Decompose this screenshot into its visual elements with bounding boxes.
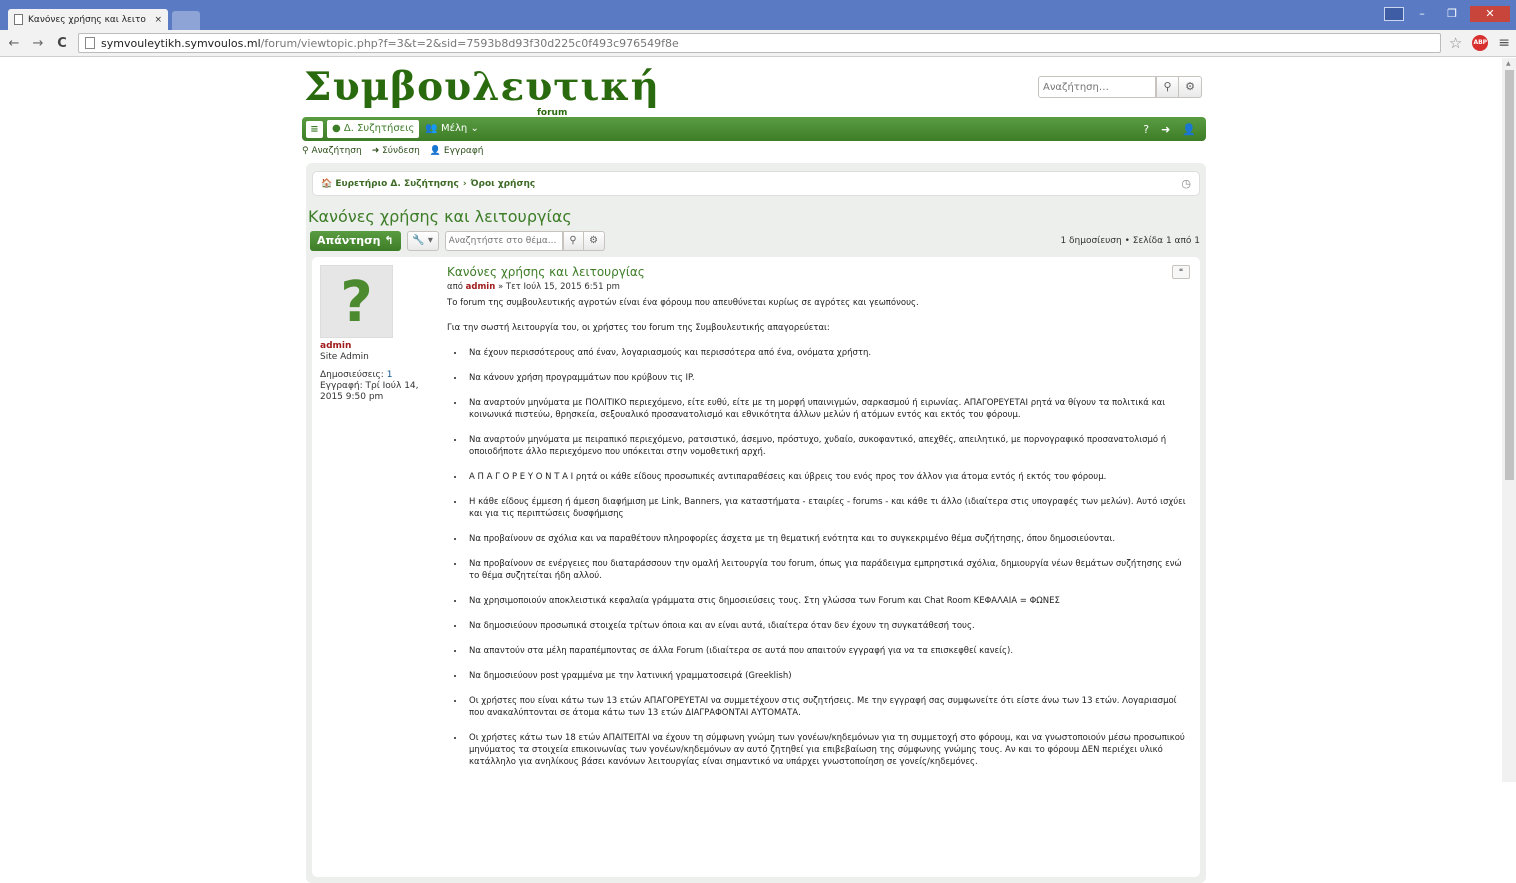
- url-path: /forum/viewtopic.php?f=3&t=2&sid=7593b8d…: [260, 36, 679, 50]
- breadcrumb-separator: ›: [462, 178, 467, 189]
- scroll-thumb[interactable]: [1505, 70, 1514, 480]
- back-button[interactable]: ←: [6, 36, 22, 51]
- tab-title: Κανόνες χρήσης και λειτο: [28, 14, 146, 25]
- list-item: Να κάνουν χρήση προγραμμάτων που κρύβουν…: [465, 372, 1192, 384]
- post-intro-2: Για την σωστή λειτουργία του, οι χρήστες…: [447, 323, 830, 333]
- list-item: Να προβαίνουν σε σχόλια και να παραθέτου…: [465, 533, 1192, 545]
- browser-menu-icon[interactable]: ≡: [1498, 35, 1510, 51]
- forward-button[interactable]: →: [30, 36, 46, 51]
- gear-icon[interactable]: ⚙: [1179, 76, 1202, 98]
- quick-links: ⚲ Αναζήτηση ➜ Σύνδεση 👤 Εγγραφή: [302, 146, 484, 156]
- post-content: Το forum της συμβουλευτικής αγροτών είνα…: [447, 297, 1192, 768]
- list-item: Η κάθε είδους έμμεση ή άμεση διαφήμιση μ…: [465, 496, 1192, 520]
- site-search-input[interactable]: [1038, 76, 1156, 98]
- list-item: Να δημοσιεύουν προσωπικά στοιχεία τρίτων…: [465, 620, 1192, 632]
- login-link[interactable]: ➜ Σύνδεση: [372, 146, 420, 156]
- post-intro: Το forum της συμβουλευτικής αγροτών είνα…: [447, 298, 919, 308]
- breadcrumb: 🏠 Ευρετήριο Δ. Συζήτησης › Όροι χρήσης ◷: [312, 171, 1200, 196]
- new-tab-button[interactable]: [172, 11, 200, 30]
- forum-navbar: ≡ ● Δ. Συζητήσεις 👥 Μέλη ⌄ ? ➜ 👤: [302, 117, 1206, 141]
- hamburger-menu-icon[interactable]: ≡: [306, 120, 323, 138]
- login-icon[interactable]: ➜: [1161, 123, 1170, 136]
- minimize-button[interactable]: –: [1410, 6, 1434, 22]
- search-link[interactable]: ⚲ Αναζήτηση: [302, 146, 362, 156]
- post-meta-date: » Τετ Ιούλ 15, 2015 6:51 pm: [497, 282, 620, 292]
- browser-tab[interactable]: Κανόνες χρήσης και λειτο ×: [8, 9, 168, 30]
- clock-icon: ◷: [1181, 177, 1191, 190]
- list-item: Οι χρήστες που είναι κάτω των 13 ετών ΑΠ…: [465, 695, 1192, 719]
- page-icon: [14, 14, 23, 25]
- topic-search: ⚲ ⚙: [444, 231, 605, 251]
- maximize-button[interactable]: ❐: [1440, 6, 1464, 22]
- nav-forum-link[interactable]: ● Δ. Συζητήσεις: [327, 120, 420, 138]
- post-meta: από admin » Τετ Ιούλ 15, 2015 6:51 pm: [447, 282, 1192, 292]
- list-item: Να έχουν περισσότερους από έναν, λογαρια…: [465, 347, 1192, 359]
- author-joined: Εγγραφή: Τρί Ιούλ 14, 2015 9:50 pm: [320, 381, 419, 402]
- close-window-button[interactable]: ✕: [1470, 6, 1510, 22]
- list-item: Να χρησιμοποιούν αποκλειστικά κεφαλαία γ…: [465, 595, 1192, 607]
- nav-members-menu[interactable]: 👥 Μέλη ⌄: [425, 117, 478, 141]
- breadcrumb-current[interactable]: Όροι χρήσης: [471, 179, 536, 189]
- bookmark-star-icon[interactable]: ☆: [1449, 34, 1462, 52]
- reply-button[interactable]: Απάντηση ↰: [310, 231, 401, 251]
- url-host: symvouleytikh.symvoulos.ml: [101, 36, 261, 50]
- list-item: Οι χρήστες κάτω των 18 ετών ΑΠΑΙΤΕΙΤΑΙ ν…: [465, 732, 1192, 768]
- scroll-up-arrow-icon[interactable]: ▲: [1506, 60, 1511, 67]
- page-scrollbar[interactable]: ▲: [1502, 58, 1516, 782]
- author-name[interactable]: admin: [320, 341, 351, 351]
- reload-button[interactable]: C: [54, 36, 70, 51]
- post-body: Κανόνες χρήσης και λειτουργίας από admin…: [447, 265, 1192, 781]
- site-logo[interactable]: Συμβουλευτική: [304, 64, 660, 110]
- page-icon: [85, 37, 95, 49]
- user-profile-icon[interactable]: [1384, 7, 1404, 21]
- breadcrumb-home[interactable]: 🏠 Ευρετήριο Δ. Συζήτησης: [321, 179, 459, 189]
- topic-tools-button[interactable]: 🔧 ▾: [406, 231, 439, 251]
- site-search: ⚲ ⚙: [1038, 76, 1202, 98]
- list-item: Α Π Α Γ Ο Ρ Ε Υ Ο Ν Τ Α Ι ρητά οι κάθε ε…: [465, 471, 1192, 483]
- topic-search-input[interactable]: [444, 231, 563, 251]
- list-item: Να δημοσιεύουν post γραμμένα με την λατι…: [465, 670, 1192, 682]
- gear-icon[interactable]: ⚙: [583, 231, 605, 251]
- list-item: Να αναρτούν μηνύματα με ΠΟΛΙΤΙΚΟ περιεχό…: [465, 397, 1192, 421]
- content-panel: 🏠 Ευρετήριο Δ. Συζήτησης › Όροι χρήσης ◷…: [306, 163, 1206, 883]
- help-icon[interactable]: ?: [1143, 123, 1149, 136]
- author-rank: Site Admin: [320, 352, 369, 362]
- rules-list: Να έχουν περισσότερους από έναν, λογαρια…: [447, 347, 1192, 768]
- browser-titlebar: Κανόνες χρήσης και λειτο × – ❐ ✕: [0, 0, 1516, 30]
- author-posts-count[interactable]: 1: [387, 370, 393, 380]
- tab-close-icon[interactable]: ×: [154, 15, 162, 25]
- pagination-info: 1 δημοσίευση • Σελίδα 1 από 1: [1060, 236, 1200, 246]
- adblock-icon[interactable]: ABP: [1472, 35, 1489, 51]
- window-controls: – ❐ ✕: [1384, 6, 1510, 22]
- topic-title[interactable]: Κανόνες χρήσης και λειτουργίας: [308, 207, 572, 226]
- topic-actionbar: Απάντηση ↰ 🔧 ▾ ⚲ ⚙ 1 δημοσίευση • Σελίδα…: [310, 231, 1200, 251]
- post-title[interactable]: Κανόνες χρήσης και λειτουργίας: [447, 265, 1192, 279]
- list-item: Να προβαίνουν σε ενέργειες που διαταράσσ…: [465, 558, 1192, 582]
- post-meta-prefix: από: [447, 282, 463, 292]
- register-link[interactable]: 👤 Εγγραφή: [430, 146, 484, 156]
- list-item: Να απαντούν στα μέλη παραπέμποντας σε άλ…: [465, 645, 1192, 657]
- search-icon[interactable]: ⚲: [562, 231, 584, 251]
- post: ? admin Site Admin Δημοσιεύσεις: 1 Εγγρα…: [312, 257, 1200, 877]
- avatar: ?: [320, 265, 393, 338]
- post-meta-author[interactable]: admin: [466, 282, 496, 292]
- author-posts: Δημοσιεύσεις: 1: [320, 370, 392, 380]
- author-posts-label: Δημοσιεύσεις:: [320, 370, 384, 380]
- search-icon[interactable]: ⚲: [1156, 76, 1179, 98]
- address-bar[interactable]: symvouleytikh.symvoulos.ml/forum/viewtop…: [78, 33, 1441, 53]
- register-icon[interactable]: 👤: [1182, 123, 1196, 136]
- browser-toolbar: ← → C symvouleytikh.symvoulos.ml/forum/v…: [0, 30, 1516, 57]
- list-item: Να αναρτούν μηνύματα με πειραπικό περιεχ…: [465, 434, 1192, 458]
